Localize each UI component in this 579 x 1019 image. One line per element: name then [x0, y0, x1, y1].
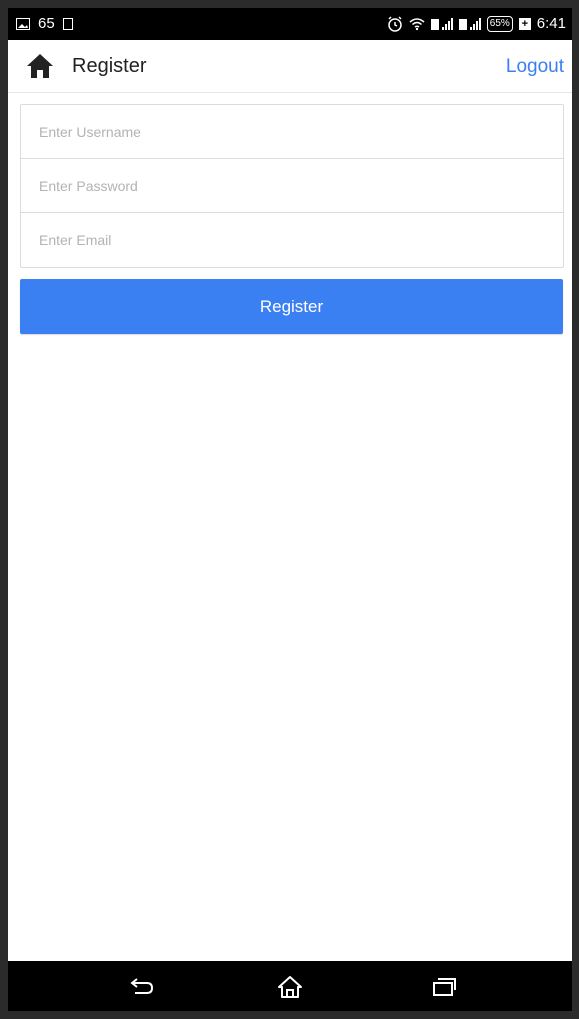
screen: 65 65% + 6:41 Register Logout Enter User…: [8, 8, 572, 1011]
device-frame: 65 65% + 6:41 Register Logout Enter User…: [0, 0, 579, 1019]
battery-level: 65%: [489, 17, 510, 29]
register-button[interactable]: Register: [20, 279, 563, 334]
page-title: Register: [72, 55, 147, 77]
alarm-icon: [387, 15, 403, 32]
email-row: [21, 213, 563, 267]
back-icon[interactable]: [122, 973, 162, 1001]
signal-icon: [430, 17, 453, 31]
signal-icon-2: [458, 17, 481, 31]
status-bar: 65 65% + 6:41: [8, 8, 572, 40]
wifi-icon: [409, 17, 425, 31]
home-nav-icon[interactable]: [270, 973, 310, 1001]
password-input[interactable]: [21, 159, 563, 212]
logout-link[interactable]: Logout: [506, 56, 564, 78]
navigation-bar: [8, 961, 572, 1011]
username-row: [21, 105, 563, 159]
email-input[interactable]: [21, 213, 563, 267]
status-time: 6:41: [536, 15, 566, 32]
status-left-text: 65: [38, 15, 55, 32]
status-bar-left: 65: [16, 15, 73, 32]
charging-icon: +: [518, 17, 531, 30]
gallery-icon: [16, 17, 30, 30]
home-icon[interactable]: [26, 53, 54, 79]
username-input[interactable]: [21, 105, 563, 158]
battery-icon: 65%: [486, 15, 513, 32]
register-form: [20, 104, 564, 268]
app-header: Register Logout: [8, 40, 572, 93]
status-bar-right: 65% + 6:41: [387, 15, 566, 32]
password-row: [21, 159, 563, 213]
sim-icon: [62, 17, 73, 30]
recent-apps-icon[interactable]: [424, 973, 464, 1001]
